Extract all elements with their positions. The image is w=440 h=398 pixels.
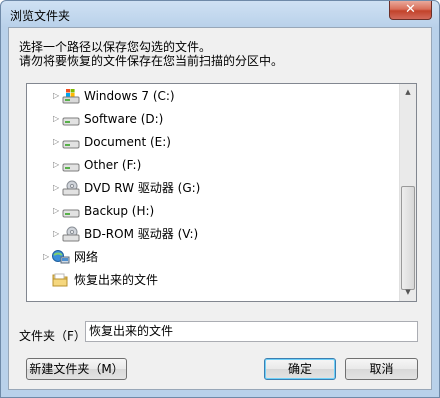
cancel-button[interactable]: 取消: [345, 358, 418, 380]
window-title: 浏览文件夹: [10, 9, 71, 23]
tree-item-label: Software (D:): [84, 112, 164, 126]
folder-field-label: 文件夹（F）:: [19, 329, 90, 343]
hard-drive-icon: [62, 157, 80, 173]
dialog-body: 选择一个路径以保存您勾选的文件。 请勿将要恢复的文件保存在您当前扫描的分区中。 …: [8, 27, 432, 390]
hard-drive-icon: [62, 134, 80, 150]
tree-item-label: 网络: [74, 250, 99, 264]
ok-button[interactable]: 确定: [264, 358, 336, 380]
scroll-thumb[interactable]: [401, 186, 415, 290]
tree-item-bd-rom[interactable]: ▷ BD-ROM 驱动器 (V:): [27, 223, 397, 245]
instruction-line-2: 请勿将要恢复的文件保存在您当前扫描的分区中。: [19, 54, 284, 68]
close-icon: ✕: [405, 2, 416, 17]
instructions: 选择一个路径以保存您勾选的文件。 请勿将要恢复的文件保存在您当前扫描的分区中。: [19, 40, 283, 68]
vertical-scrollbar[interactable]: ▲ ▼: [399, 84, 416, 301]
folder-tree[interactable]: ▷ Windows 7 (C:) ▷ Software (D:) ▷ Docum…: [26, 83, 417, 302]
tree-item-dvd-rw[interactable]: ▷ DVD RW 驱动器 (G:): [27, 177, 397, 199]
hard-drive-icon: [62, 203, 80, 219]
tree-item-other[interactable]: ▷ Other (F:): [27, 154, 397, 176]
browse-folder-dialog: 浏览文件夹 ✕ 选择一个路径以保存您勾选的文件。 请勿将要恢复的文件保存在您当前…: [0, 0, 440, 398]
tree-item-label: Other (F:): [84, 158, 142, 172]
new-folder-button[interactable]: 新建文件夹（M）: [26, 358, 127, 380]
tree-item-recovered-files[interactable]: 恢复出来的文件: [27, 269, 397, 291]
network-icon: [52, 249, 70, 265]
tree-item-backup[interactable]: ▷ Backup (H:): [27, 200, 397, 222]
close-button[interactable]: ✕: [389, 1, 432, 20]
tree-item-label: Document (E:): [84, 135, 171, 149]
tree-item-label: BD-ROM 驱动器 (V:): [84, 227, 199, 241]
scroll-down-icon[interactable]: ▼: [400, 284, 416, 301]
folder-name-input[interactable]: 恢复出来的文件: [85, 321, 418, 342]
tree-item-network[interactable]: ▷ 网络: [27, 246, 397, 268]
tree-item-document[interactable]: ▷ Document (E:): [27, 131, 397, 153]
tree-item-software[interactable]: ▷ Software (D:): [27, 108, 397, 130]
scroll-up-icon[interactable]: ▲: [400, 84, 416, 101]
tree-item-label: Windows 7 (C:): [84, 89, 175, 103]
folder-icon: [52, 272, 70, 288]
windows-drive-icon: [62, 88, 80, 104]
optical-drive-icon: [62, 180, 80, 196]
tree-item-windows7[interactable]: ▷ Windows 7 (C:): [27, 85, 397, 107]
tree-item-label: Backup (H:): [84, 204, 155, 218]
hard-drive-icon: [62, 111, 80, 127]
tree-item-label: DVD RW 驱动器 (G:): [84, 181, 201, 195]
optical-drive-icon: [62, 226, 80, 242]
instruction-line-1: 选择一个路径以保存您勾选的文件。: [19, 40, 212, 54]
title-bar[interactable]: 浏览文件夹 ✕: [1, 1, 439, 27]
tree-item-label: 恢复出来的文件: [74, 273, 159, 287]
